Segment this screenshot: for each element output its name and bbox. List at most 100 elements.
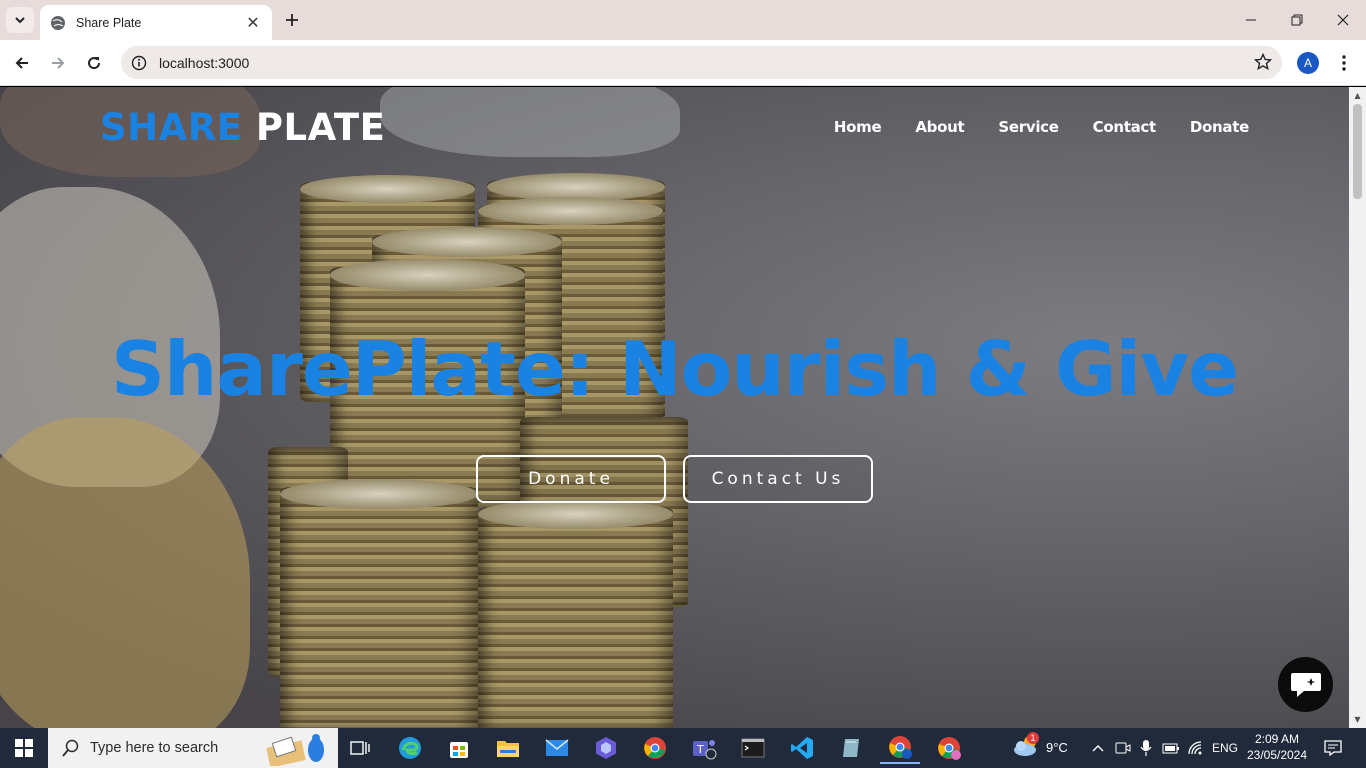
bookmark-star-icon[interactable] <box>1254 53 1272 71</box>
taskbar-app-notes[interactable] <box>831 732 871 764</box>
hero-title: SharePlate: Nourish & Give <box>110 325 1239 413</box>
start-button[interactable] <box>0 728 48 768</box>
camera-icon <box>1115 742 1131 754</box>
tray-battery[interactable] <box>1162 740 1180 759</box>
clock-time: 2:09 AM <box>1254 732 1300 746</box>
restore-button[interactable] <box>1274 0 1320 40</box>
main-nav: Home About Service Contact Donate <box>834 118 1249 136</box>
taskbar-mail[interactable] <box>537 732 577 764</box>
clock-date: 23/05/2024 <box>1246 748 1308 762</box>
tray-wifi[interactable] <box>1187 740 1205 760</box>
notes-app-icon <box>843 739 859 757</box>
nav-donate[interactable]: Donate <box>1190 118 1249 136</box>
hero-section: SHARE PLATE Home About Service Contact D… <box>0 87 1349 728</box>
reload-icon <box>88 57 101 70</box>
nav-service[interactable]: Service <box>998 118 1059 136</box>
weather-widget[interactable]: 1 <box>1012 732 1042 762</box>
tray-overflow-button[interactable] <box>1091 740 1105 759</box>
taskbar-chrome-1[interactable] <box>635 732 675 764</box>
restore-icon <box>1291 14 1303 26</box>
edge-icon <box>399 737 421 759</box>
task-view-icon <box>350 741 370 755</box>
battery-icon <box>1162 743 1179 754</box>
forward-button[interactable] <box>43 48 73 78</box>
browser-menu-button[interactable] <box>1332 50 1356 76</box>
back-button[interactable] <box>7 48 37 78</box>
teams-icon: T <box>693 740 717 760</box>
windows-logo-icon <box>15 739 33 757</box>
chat-widget-button[interactable] <box>1278 657 1333 712</box>
donate-button[interactable]: Donate <box>476 455 666 503</box>
hero-actions: Donate Contact Us <box>476 455 873 503</box>
svg-text:T: T <box>696 743 704 756</box>
chat-bubble-icon <box>1290 672 1321 697</box>
vscode-icon <box>791 737 813 759</box>
new-tab-button[interactable] <box>280 8 304 32</box>
taskbar-search[interactable]: Type here to search <box>48 728 338 768</box>
taskbar-app-hexagon[interactable] <box>586 732 626 764</box>
task-view-button[interactable] <box>340 732 380 764</box>
reload-button[interactable] <box>79 48 109 78</box>
more-vert-icon <box>1342 55 1346 71</box>
taskbar-teams[interactable]: T <box>684 732 724 764</box>
tray-microphone[interactable] <box>1139 739 1153 761</box>
weather-badge: 1 <box>1027 732 1039 744</box>
logo-text-plate: PLATE <box>255 106 386 149</box>
chrome-profile-icon <box>938 737 961 760</box>
contact-us-button[interactable]: Contact Us <box>683 455 873 503</box>
nav-contact[interactable]: Contact <box>1093 118 1157 136</box>
address-bar[interactable]: localhost:3000 <box>121 46 1282 79</box>
taskbar-edge[interactable] <box>390 732 430 764</box>
hexagon-app-icon <box>596 737 616 759</box>
chevron-up-icon <box>1092 745 1104 752</box>
microphone-icon <box>1140 740 1152 756</box>
folder-icon <box>497 741 519 757</box>
close-icon <box>1337 14 1349 26</box>
page-scrollbar[interactable]: ▲ ▼ <box>1349 87 1366 728</box>
plus-icon <box>286 14 298 26</box>
scroll-down-icon[interactable]: ▼ <box>1353 715 1362 724</box>
windows-taskbar: Type here to search T 1 9°C ENG 2:09 AM … <box>0 728 1366 768</box>
nav-home[interactable]: Home <box>834 118 882 136</box>
close-tab-icon[interactable]: ✕ <box>244 13 262 32</box>
chrome-profile-icon <box>889 736 912 759</box>
url-text: localhost:3000 <box>159 54 250 71</box>
terminal-icon <box>741 738 765 758</box>
search-highlights-icon <box>266 734 324 766</box>
site-logo[interactable]: SHARE PLATE <box>100 106 385 149</box>
minimize-button[interactable] <box>1228 0 1274 40</box>
taskbar-chrome-3[interactable] <box>929 732 969 764</box>
scroll-up-icon[interactable]: ▲ <box>1353 91 1362 100</box>
close-window-button[interactable] <box>1320 0 1366 40</box>
search-placeholder: Type here to search <box>90 740 219 756</box>
tray-clock[interactable]: 2:09 AM 23/05/2024 <box>1242 731 1312 763</box>
weather-temperature[interactable]: 9°C <box>1046 740 1068 755</box>
taskbar-chrome-2[interactable] <box>880 732 920 764</box>
tray-meet-now[interactable] <box>1115 740 1131 760</box>
info-icon[interactable] <box>131 55 147 71</box>
chrome-icon <box>644 737 666 759</box>
minimize-icon <box>1246 19 1256 21</box>
tab-active[interactable]: Share Plate ✕ <box>40 5 272 40</box>
arrow-left-icon <box>15 57 28 69</box>
profile-avatar[interactable]: A <box>1297 52 1319 74</box>
mail-icon <box>545 739 569 756</box>
browser-toolbar: localhost:3000 <box>0 40 1366 86</box>
store-icon <box>450 742 468 758</box>
globe-icon <box>51 15 65 30</box>
search-icon <box>62 739 79 757</box>
tray-language[interactable]: ENG <box>1212 741 1238 755</box>
logo-text-share: SHARE <box>100 106 243 149</box>
notification-icon <box>1324 740 1342 757</box>
taskbar-file-explorer[interactable] <box>488 732 528 764</box>
taskbar-terminal[interactable] <box>733 732 773 764</box>
nav-about[interactable]: About <box>915 118 964 136</box>
arrow-right-icon <box>52 57 65 69</box>
scrollbar-thumb[interactable] <box>1353 104 1362 199</box>
taskbar-store[interactable] <box>439 732 479 764</box>
notification-center-button[interactable] <box>1324 739 1342 761</box>
chevron-down-icon <box>15 17 25 24</box>
taskbar-vscode[interactable] <box>782 732 822 764</box>
wifi-icon <box>1188 741 1202 755</box>
tab-search-button[interactable] <box>6 7 34 33</box>
